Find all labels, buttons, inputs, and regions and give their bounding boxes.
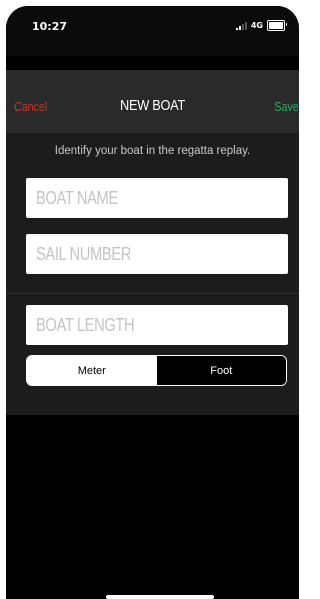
phone-screen: 10:27 4G Cancel NEW BOAT Save Identify y… bbox=[6, 6, 299, 599]
signal-icon bbox=[235, 21, 247, 30]
home-indicator[interactable] bbox=[106, 595, 214, 599]
status-bar: 10:27 4G bbox=[6, 6, 299, 56]
battery-icon bbox=[267, 20, 287, 31]
sail-number-field[interactable]: SAIL NUMBER bbox=[26, 234, 288, 274]
save-button[interactable]: Save bbox=[275, 99, 299, 114]
boat-length-placeholder: BOAT LENGTH bbox=[36, 314, 135, 335]
section-divider bbox=[6, 293, 299, 294]
sail-number-placeholder: SAIL NUMBER bbox=[36, 243, 132, 264]
form-description: Identify your boat in the regatta replay… bbox=[54, 145, 251, 157]
boat-name-placeholder: BOAT NAME bbox=[36, 187, 118, 208]
empty-area bbox=[6, 415, 299, 599]
status-indicators: 4G bbox=[235, 20, 287, 31]
navigation-bar: Cancel NEW BOAT Save bbox=[6, 70, 299, 133]
status-time: 10:27 bbox=[32, 20, 68, 33]
unit-option-meter[interactable]: Meter bbox=[27, 356, 157, 385]
boat-name-field[interactable]: BOAT NAME bbox=[26, 178, 288, 218]
unit-option-foot[interactable]: Foot bbox=[156, 356, 286, 385]
boat-length-field[interactable]: BOAT LENGTH bbox=[26, 305, 288, 345]
network-type: 4G bbox=[250, 21, 263, 30]
unit-segmented-control: Meter Foot bbox=[26, 355, 287, 386]
page-title: NEW BOAT bbox=[119, 97, 186, 114]
boat-form: Identify your boat in the regatta replay… bbox=[6, 133, 299, 599]
